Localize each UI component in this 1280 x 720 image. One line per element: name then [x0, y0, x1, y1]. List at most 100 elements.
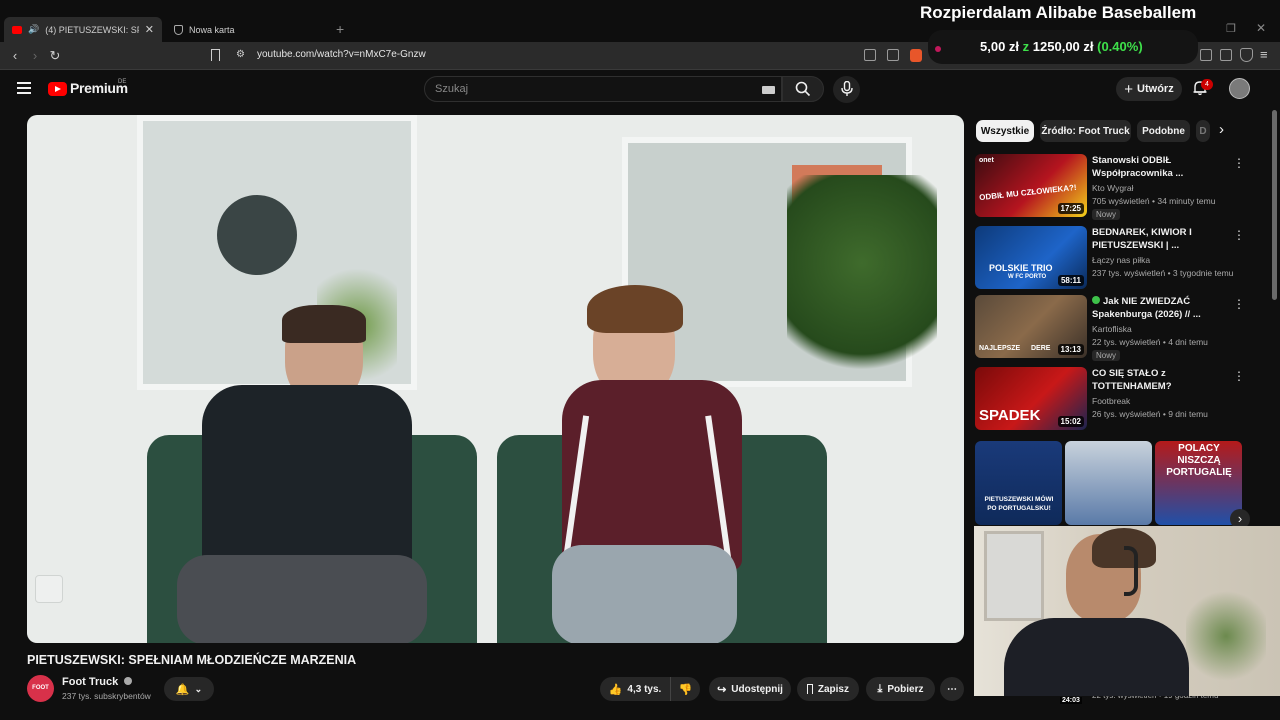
recommendation-thumbnail[interactable]: onet ODBIŁ MU CZŁOWIEKA?! 17:25: [975, 154, 1087, 217]
recommendation-channel[interactable]: Łączy nas piłka: [1092, 255, 1150, 265]
short-item[interactable]: [1065, 441, 1152, 525]
save-label: Zapisz: [817, 683, 849, 695]
more-vertical-icon[interactable]: ⋮: [1233, 156, 1245, 170]
more-vertical-icon[interactable]: ⋮: [1233, 369, 1245, 383]
chip-more[interactable]: D: [1196, 120, 1210, 142]
more-vertical-icon[interactable]: ⋮: [1233, 297, 1245, 311]
like-button[interactable]: 👍 4,3 tys.: [600, 677, 670, 701]
chevron-down-icon: ⌄: [194, 683, 203, 694]
recommendation-item[interactable]: SPADEK 15:02 CO SIĘ STAŁO z TOTTENHAMEM?…: [975, 367, 1265, 431]
recommendation-title[interactable]: CO SIĘ STAŁO z TOTTENHAMEM?: [1092, 367, 1227, 393]
tab-active[interactable]: 🔊 (4) PIETUSZEWSKI: SPEŁNIAM ✕: [4, 17, 162, 42]
chip-source[interactable]: Źródło: Foot Truck: [1040, 120, 1131, 142]
share-button[interactable]: ↪ Udostępnij: [709, 677, 791, 701]
hamburger-icon[interactable]: [17, 82, 31, 94]
create-label: Utwórz: [1137, 83, 1174, 95]
extensions-icon[interactable]: [1220, 49, 1232, 61]
close-window-icon[interactable]: ✕: [1256, 21, 1266, 35]
create-button[interactable]: + Utwórz: [1116, 77, 1182, 101]
webcam-overlay: [974, 526, 1280, 696]
thumb-subcaption: W FC PORTO: [1008, 274, 1047, 280]
reload-icon[interactable]: ↻: [47, 48, 63, 64]
subscription-bell-button[interactable]: 🔔 ⌄: [164, 677, 214, 701]
recommendation-item[interactable]: onet ODBIŁ MU CZŁOWIEKA?! 17:25 Stanowsk…: [975, 154, 1265, 220]
plus-icon: +: [1124, 80, 1134, 98]
recommendation-thumbnail[interactable]: NAJLEPSZE DERE 13:13: [975, 295, 1087, 358]
headset-icon: [1124, 546, 1138, 596]
keyboard-icon[interactable]: [762, 86, 775, 94]
overlay-dot-icon: [935, 46, 941, 52]
short-item[interactable]: POLACY NISZCZĄ PORTUGALIĘ: [1155, 441, 1242, 525]
share-icon[interactable]: [887, 49, 899, 61]
webcam-plant: [1186, 586, 1266, 686]
recommendation-thumbnail[interactable]: SPADEK 15:02: [975, 367, 1087, 430]
notification-count-badge: 4: [1201, 79, 1213, 90]
video-person-right-hair: [587, 285, 683, 333]
chips-next-icon[interactable]: ›: [1219, 121, 1224, 138]
short-item[interactable]: PIETUSZEWSKI MÓWI PO PORTUGALSKU!: [975, 441, 1062, 525]
bookmark-icon[interactable]: [211, 49, 220, 61]
recommendation-channel[interactable]: Kartofliska: [1092, 324, 1132, 334]
recommendation-item[interactable]: POLSKIE TRIO W FC PORTO 58:11 BEDNAREK, …: [975, 226, 1265, 290]
dislike-button[interactable]: 👎: [670, 677, 700, 701]
avatar[interactable]: [1229, 78, 1250, 99]
donation-progress: 5,00 zł z 1250,00 zł (0.40%): [980, 39, 1143, 54]
tab-new[interactable]: Nowa karta: [166, 17, 316, 42]
recommendation-title[interactable]: Jak NIE ZWIEDZAĆ Spakenburga (2026) // .…: [1092, 295, 1227, 321]
more-vertical-icon[interactable]: ⋮: [1233, 228, 1245, 242]
chip-all[interactable]: Wszystkie: [976, 120, 1034, 142]
recommendation-item[interactable]: NAJLEPSZE DERE 13:13 Jak NIE ZWIEDZAĆ Sp…: [975, 295, 1265, 361]
new-badge: Nowy: [1092, 209, 1121, 220]
donation-percent: (0.40%): [1097, 39, 1143, 54]
webcam-person-shirt: [1004, 618, 1189, 696]
short-caption: PIETUSZEWSKI MÓWI PO PORTUGALSKU!: [984, 496, 1054, 512]
bell-icon: 🔔: [175, 683, 190, 696]
download-button[interactable]: ⤓ Pobierz: [866, 677, 935, 701]
thumbs-down-icon: 👎: [678, 683, 693, 696]
close-tab-icon[interactable]: ✕: [145, 23, 154, 36]
vpn-icon[interactable]: [1240, 48, 1253, 62]
download-label: Pobierz: [887, 683, 924, 695]
recommendation-thumbnail[interactable]: POLSKIE TRIO W FC PORTO 58:11: [975, 226, 1087, 289]
back-icon[interactable]: ‹: [7, 48, 23, 64]
webcam-window: [984, 531, 1044, 621]
short-caption: POLACY NISZCZĄ PORTUGALIĘ: [1166, 443, 1232, 478]
menu-icon[interactable]: ≡: [1260, 47, 1268, 62]
save-button[interactable]: Zapisz: [797, 677, 859, 701]
restore-window-icon[interactable]: ❐: [1226, 22, 1236, 35]
youtube-logo-icon[interactable]: [48, 82, 67, 96]
tab-active-label: (4) PIETUSZEWSKI: SPEŁNIAM: [45, 24, 138, 35]
brave-shield-icon[interactable]: [910, 49, 922, 62]
voice-search-button[interactable]: [833, 76, 860, 103]
cast-icon[interactable]: [864, 49, 876, 61]
search-icon: [795, 81, 811, 97]
new-tab-button[interactable]: +: [336, 21, 344, 37]
channel-name[interactable]: Foot Truck: [62, 676, 133, 688]
chip-similar[interactable]: Podobne: [1137, 120, 1190, 142]
site-settings-icon[interactable]: ⚙: [236, 49, 245, 60]
scrollbar-thumb[interactable]: [1272, 110, 1277, 300]
video-player[interactable]: [27, 115, 964, 643]
like-count: 4,3 tys.: [627, 683, 662, 695]
wallet-icon[interactable]: [1200, 49, 1212, 61]
recommendation-title[interactable]: Stanowski ODBIŁ Współpracownika ...: [1092, 154, 1227, 180]
video-person-left-legs: [177, 555, 427, 643]
more-actions-button[interactable]: ⋯: [940, 677, 964, 701]
share-label: Udostępnij: [731, 683, 783, 695]
thumb-caption: NAJLEPSZE: [979, 345, 1021, 352]
recommendation-channel[interactable]: Kto Wygrał: [1092, 183, 1134, 193]
download-icon: ⤓: [877, 682, 883, 695]
channel-avatar[interactable]: FOOT: [27, 675, 54, 702]
url-text[interactable]: youtube.com/watch?v=nMxC7e-Gnzw: [257, 49, 426, 60]
recommendation-channel[interactable]: Footbreak: [1092, 396, 1130, 406]
search-input[interactable]: Szukaj: [424, 76, 782, 102]
recommendation-meta: 237 tys. wyświetleń • 3 tygodnie temu: [1092, 268, 1234, 278]
forward-icon[interactable]: ›: [27, 48, 43, 64]
search-button[interactable]: [782, 76, 824, 102]
recommendation-title[interactable]: BEDNAREK, KIWIOR I PIETUSZEWSKI | ...: [1092, 226, 1227, 252]
thumb-caption: ODBIŁ MU CZŁOWIEKA?!: [978, 182, 1077, 203]
thumb-caption: SPADEK: [979, 407, 1041, 424]
stream-overlay-title: Rozpierdalam Alibabe Baseballem: [920, 3, 1197, 22]
video-plant: [787, 175, 937, 395]
microphone-icon: [841, 81, 853, 96]
